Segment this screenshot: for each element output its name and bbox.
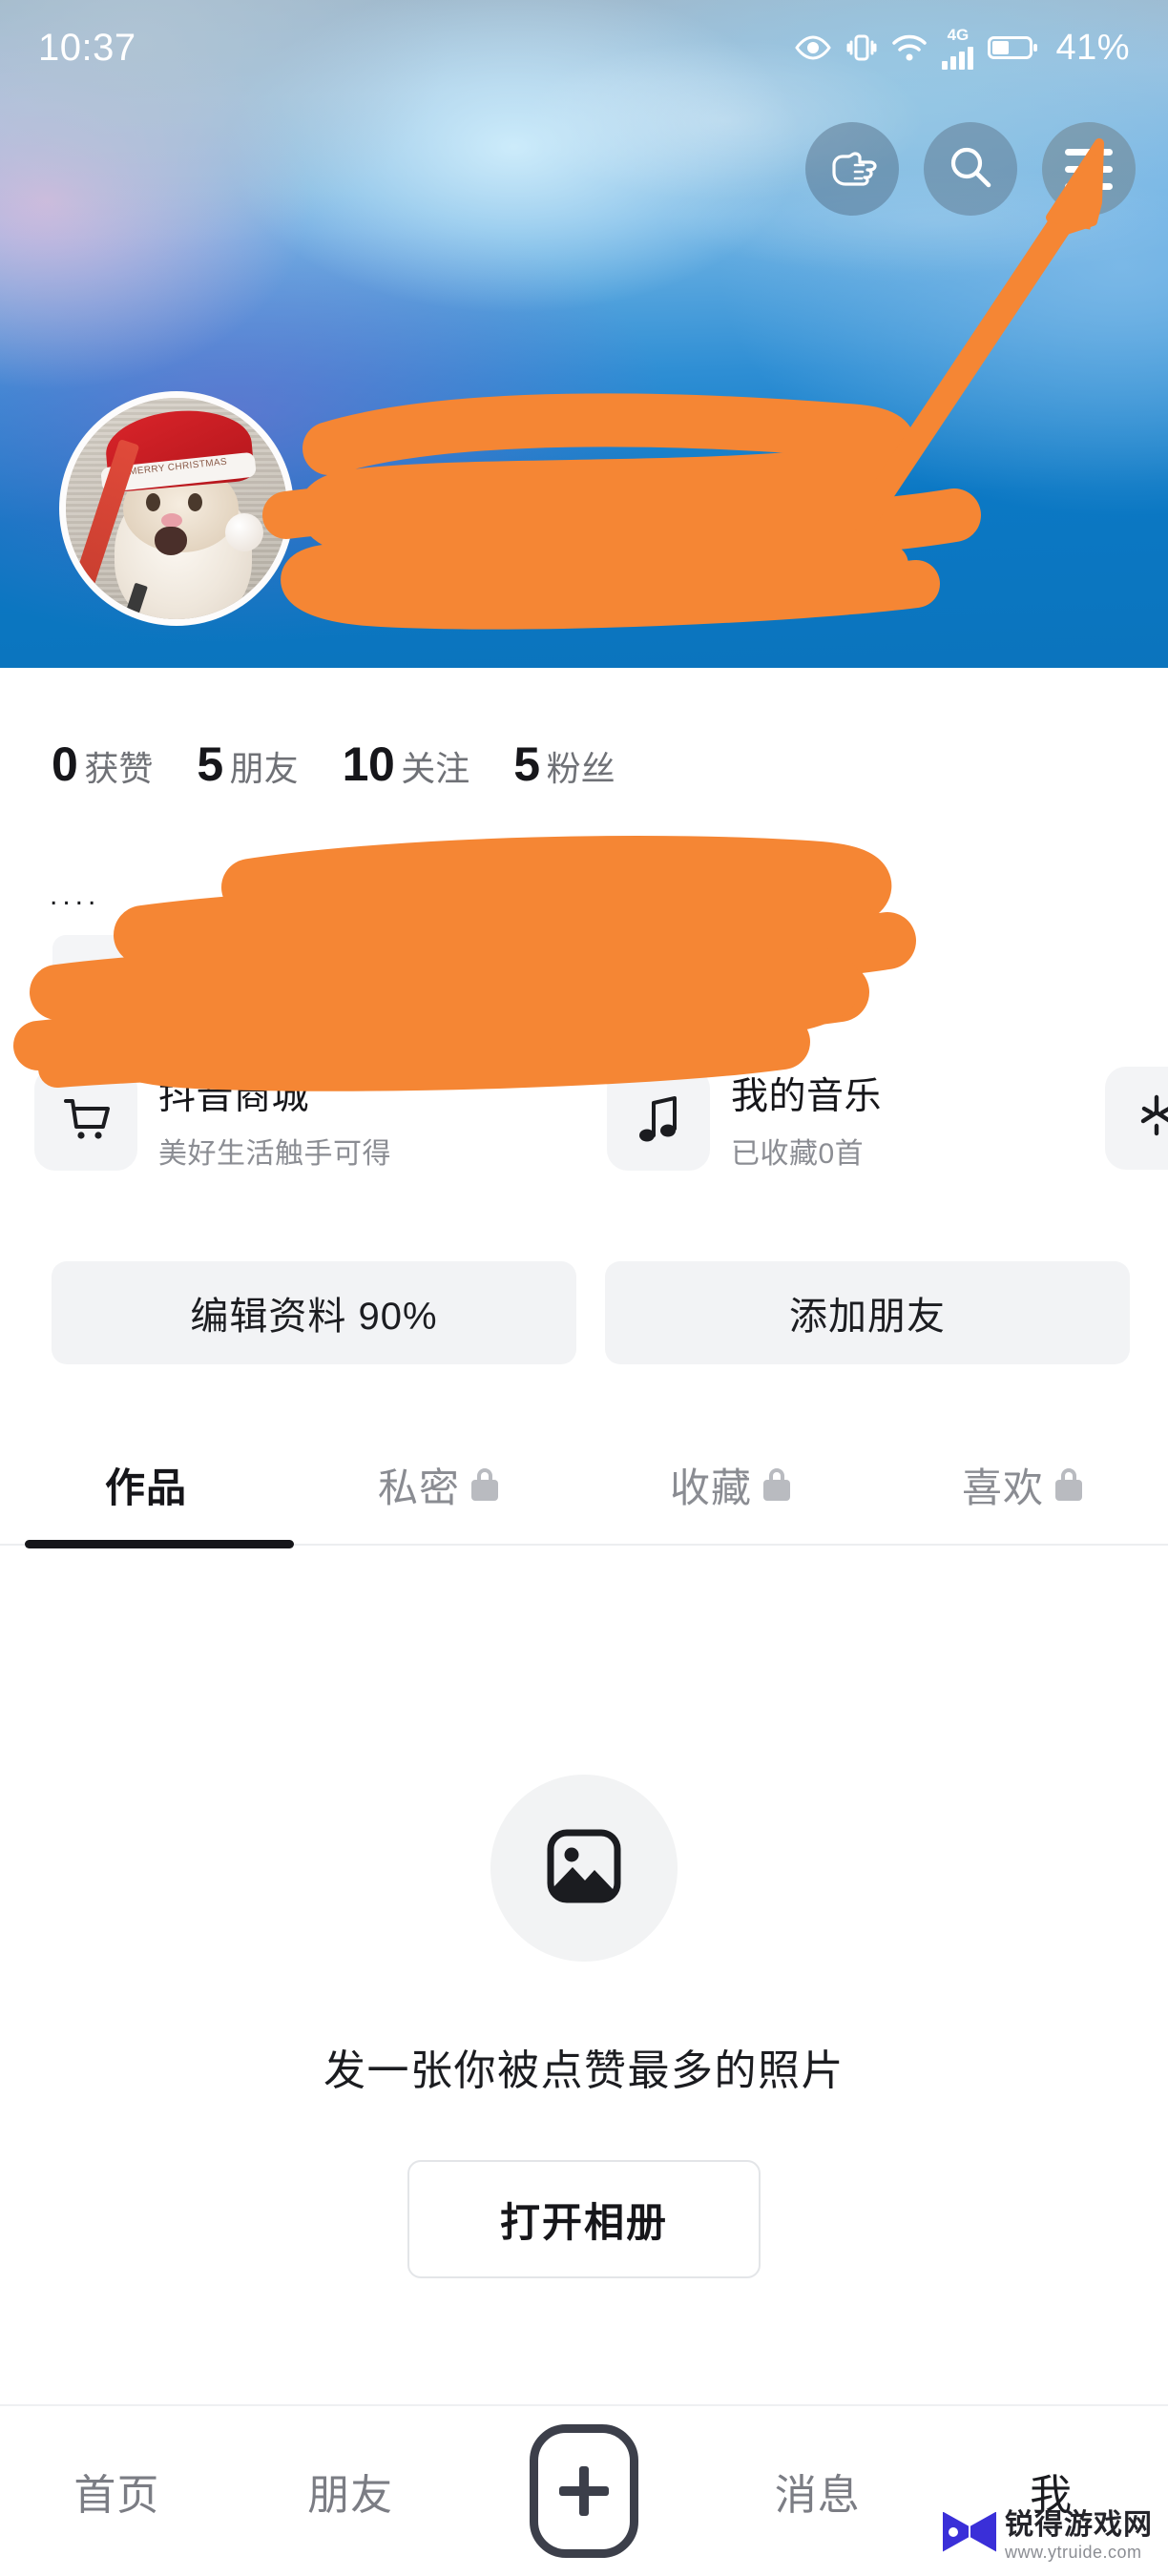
tab-liked[interactable]: 喜欢 bbox=[876, 1427, 1168, 1542]
vibrate-icon bbox=[846, 32, 877, 63]
tab-private[interactable]: 私密 bbox=[292, 1427, 584, 1542]
battery-icon bbox=[988, 34, 1038, 61]
status-bar-time: 10:37 bbox=[38, 26, 136, 69]
watermark-name: 锐得游戏网 bbox=[1005, 2509, 1153, 2541]
battery-percent-label: 41% bbox=[1055, 27, 1130, 68]
network-type-label: 4G bbox=[947, 25, 970, 44]
sparkle-icon bbox=[1130, 1090, 1168, 1148]
stat-likes[interactable]: 0 获赞 bbox=[52, 737, 153, 792]
empty-state-text: 发一张你被点赞最多的照片 bbox=[323, 2047, 845, 2094]
tab-label: 收藏 bbox=[669, 1465, 752, 1510]
nav-item-home[interactable]: 首页 bbox=[0, 2461, 234, 2522]
tab-label: 私密 bbox=[377, 1465, 460, 1510]
nav-item-create[interactable] bbox=[468, 2424, 701, 2558]
profile-content-panel: 0 获赞 5 朋友 10 关注 5 粉丝 .... 抖音商城 美好生活触手可得 … bbox=[0, 677, 1168, 2576]
service-subtitle: 美好生活触手可得 bbox=[158, 1138, 391, 1170]
lock-icon bbox=[763, 1468, 790, 1501]
search-button[interactable] bbox=[924, 122, 1017, 216]
menu-button[interactable] bbox=[1042, 122, 1136, 216]
service-card-shop[interactable]: 抖音商城 美好生活触手可得 bbox=[34, 1067, 607, 1172]
plus-icon bbox=[529, 2424, 638, 2558]
header-action-buttons bbox=[805, 122, 1136, 216]
watermark-url: www.ytruide.com bbox=[1005, 2543, 1142, 2562]
image-placeholder-icon bbox=[543, 1825, 625, 1912]
stat-value: 5 bbox=[197, 737, 223, 791]
profile-action-buttons: 编辑资料 90% 添加朋友 bbox=[52, 1261, 1130, 1364]
wifi-icon bbox=[891, 33, 928, 62]
bio-tag-marker bbox=[191, 992, 240, 1013]
empty-state: 发一张你被点赞最多的照片 打开相册 bbox=[0, 1775, 1168, 2278]
tab-works[interactable]: 作品 bbox=[0, 1427, 292, 1542]
open-album-button[interactable]: 打开相册 bbox=[407, 2160, 761, 2278]
stat-value: 0 bbox=[52, 737, 78, 791]
hamburger-menu-icon bbox=[1065, 148, 1113, 190]
stat-friends[interactable]: 5 朋友 bbox=[197, 737, 298, 792]
status-bar: 10:37 4G 41% bbox=[0, 0, 1168, 95]
signal-bars bbox=[942, 45, 974, 70]
stat-value: 10 bbox=[342, 737, 395, 791]
id-badges bbox=[806, 530, 870, 551]
stat-following[interactable]: 10 关注 bbox=[343, 737, 470, 792]
stat-label: 关注 bbox=[401, 749, 470, 788]
stat-value: 5 bbox=[513, 737, 540, 791]
tab-favorites[interactable]: 收藏 bbox=[584, 1427, 876, 1542]
edit-profile-button[interactable]: 编辑资料 90% bbox=[52, 1261, 576, 1364]
search-icon bbox=[947, 143, 994, 196]
service-title: 我的音乐 bbox=[731, 1076, 883, 1117]
content-tabs: 作品 私密 收藏 喜欢 bbox=[0, 1427, 1168, 1551]
tab-label: 喜欢 bbox=[961, 1465, 1044, 1510]
shopping-cart-icon bbox=[34, 1068, 137, 1171]
nav-item-messages[interactable]: 消息 bbox=[700, 2461, 934, 2522]
service-card-music[interactable]: 我的音乐 已收藏0首 bbox=[607, 1067, 1103, 1172]
add-friend-button[interactable]: 添加朋友 bbox=[605, 1261, 1130, 1364]
bio-text[interactable]: .... bbox=[50, 882, 100, 910]
empty-state-icon-wrap bbox=[490, 1775, 678, 1962]
status-bar-icons: 4G 41% bbox=[794, 27, 1130, 70]
pointing-hand-button[interactable] bbox=[805, 122, 899, 216]
stat-label: 获赞 bbox=[84, 749, 154, 788]
stat-followers[interactable]: 5 粉丝 bbox=[513, 737, 615, 792]
service-title: 抖音商城 bbox=[158, 1076, 310, 1117]
avatar[interactable]: MERRY CHRISTMAS bbox=[59, 391, 294, 626]
watermark: 锐得游戏网 www.ytruide.com bbox=[943, 2501, 1153, 2563]
music-note-icon bbox=[607, 1068, 710, 1171]
nav-item-friends[interactable]: 朋友 bbox=[234, 2461, 468, 2522]
phone-screen: 10:37 4G 41% MERRY CHRISTMAS 0 获赞 5 朋友 1… bbox=[0, 0, 1168, 2576]
eye-care-icon bbox=[794, 34, 832, 61]
signal-icon: 4G bbox=[942, 25, 974, 70]
profile-stats: 0 获赞 5 朋友 10 关注 5 粉丝 bbox=[52, 737, 615, 792]
lock-icon bbox=[471, 1468, 498, 1501]
stat-label: 粉丝 bbox=[546, 749, 615, 788]
pointing-hand-icon bbox=[826, 145, 878, 194]
stat-label: 朋友 bbox=[229, 749, 299, 788]
bio-tag-chip[interactable] bbox=[52, 935, 549, 1023]
avatar-image: MERRY CHRISTMAS bbox=[66, 398, 287, 619]
watermark-logo-icon bbox=[943, 2512, 996, 2552]
service-card-third[interactable] bbox=[1105, 1067, 1168, 1170]
service-cards: 抖音商城 美好生活触手可得 我的音乐 已收藏0首 bbox=[34, 1067, 1103, 1172]
lock-icon bbox=[1055, 1468, 1082, 1501]
tab-label: 作品 bbox=[104, 1465, 187, 1510]
active-tab-indicator bbox=[25, 1540, 294, 1548]
service-subtitle: 已收藏0首 bbox=[731, 1138, 865, 1170]
